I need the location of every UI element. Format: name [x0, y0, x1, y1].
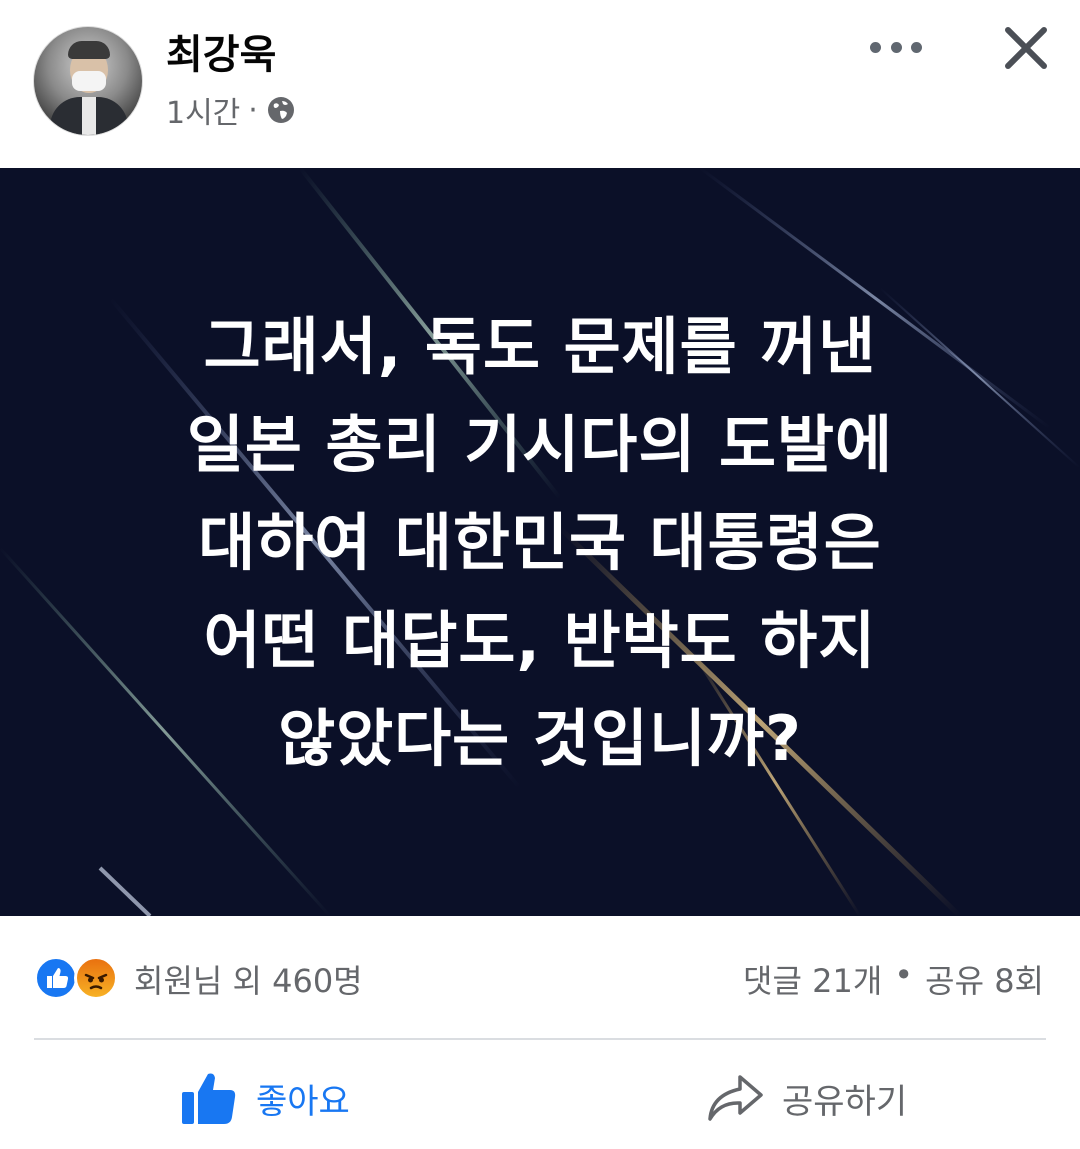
- share-arrow-icon: [706, 1073, 764, 1123]
- image-text-line: 그래서, 독도 문제를 꺼낸: [203, 310, 877, 383]
- globe-icon: [266, 95, 296, 125]
- like-button[interactable]: 좋아요: [180, 1068, 350, 1128]
- reaction-count[interactable]: 회원님 외 460명: [134, 956, 363, 1002]
- more-horizontal-icon[interactable]: [870, 32, 922, 62]
- post-image[interactable]: 그래서, 독도 문제를 꺼낸 일본 총리 기시다의 도발에 대하여 대한민국 대…: [0, 168, 1080, 916]
- thumbs-up-icon: [180, 1070, 238, 1126]
- meta-separator: ·: [248, 92, 258, 128]
- post-image-text: 그래서, 독도 문제를 꺼낸 일본 총리 기시다의 도발에 대하여 대한민국 대…: [60, 298, 1020, 788]
- post-time[interactable]: 1시간: [166, 88, 240, 132]
- share-button-label: 공유하기: [782, 1081, 908, 1122]
- share-button[interactable]: 공유하기: [706, 1068, 907, 1128]
- share-count[interactable]: 공유 8회: [925, 956, 1044, 1002]
- image-text-line: 대하여 대한민국 대통령은: [198, 506, 882, 579]
- image-text-line: 일본 총리 기시다의 도발에: [186, 408, 894, 481]
- image-text-line: 않았다는 것입니까?: [278, 702, 802, 775]
- avatar[interactable]: [33, 26, 143, 136]
- image-text-line: 어떤 대답도, 반박도 하지: [203, 604, 877, 677]
- author-name[interactable]: 최강욱: [166, 22, 276, 80]
- stats-separator: •: [894, 956, 914, 994]
- close-icon[interactable]: [1000, 22, 1052, 74]
- post-meta: 1시간 ·: [166, 88, 296, 132]
- comment-count[interactable]: 댓글 21개: [743, 956, 882, 1002]
- post-stats: 회원님 외 460명 댓글 21개 • 공유 8회: [0, 940, 1080, 1016]
- reaction-icons[interactable]: [34, 956, 126, 1000]
- divider: [34, 1038, 1046, 1040]
- action-bar: 좋아요 공유하기: [0, 1042, 1080, 1149]
- like-button-label: 좋아요: [256, 1081, 350, 1122]
- comment-share-counts: 댓글 21개 • 공유 8회: [743, 956, 1044, 1002]
- angry-reaction-icon: [74, 956, 118, 1000]
- like-reaction-icon: [34, 956, 78, 1000]
- post-header: 최강욱 1시간 ·: [0, 0, 1080, 168]
